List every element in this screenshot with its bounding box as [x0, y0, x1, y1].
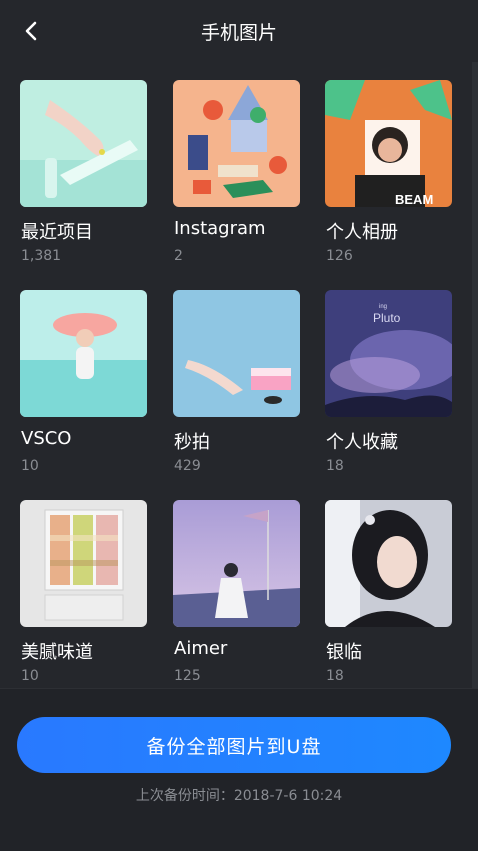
album-count: 2	[174, 248, 183, 264]
album-count: 10	[21, 458, 39, 474]
page-title: 手机图片	[200, 22, 277, 44]
album-thumbnail	[20, 80, 147, 207]
album-count: 10	[21, 668, 39, 684]
album-name: 个人收藏	[326, 432, 398, 453]
top-bar: 手机图片	[0, 0, 478, 62]
album-personal[interactable]: BEAM 个人相册 126	[325, 80, 455, 264]
album-count: 126	[326, 248, 353, 264]
backup-all-button[interactable]: 备份全部图片到U盘	[17, 717, 451, 773]
album-instagram[interactable]: Instagram 2	[173, 80, 303, 264]
album-name: Aimer	[174, 638, 228, 659]
album-vsco[interactable]: VSCO 10	[20, 290, 150, 474]
album-yinlin[interactable]: 银临 18	[325, 500, 455, 684]
album-recent[interactable]: 最近项目 1,381	[20, 80, 150, 264]
album-favorites[interactable]: ing Pluto 个人收藏 18	[325, 290, 455, 474]
album-thumbnail	[173, 290, 300, 417]
beam-text: BEAM	[395, 192, 433, 207]
bottom-panel: 备份全部图片到U盘 上次备份时间：2018-7-6 10:24	[0, 688, 478, 851]
album-count: 1,381	[21, 248, 62, 264]
album-count: 18	[326, 668, 344, 684]
album-name: 银临	[326, 642, 362, 663]
album-count: 18	[326, 458, 344, 474]
album-count: 125	[174, 668, 201, 684]
album-name: 秒拍	[174, 432, 210, 453]
album-name: 最近项目	[21, 222, 93, 243]
album-delicious[interactable]: 美腻味道 10	[20, 500, 150, 684]
album-thumbnail	[173, 500, 300, 627]
last-backup-time: 上次备份时间：2018-7-6 10:24	[135, 788, 343, 804]
album-name: 个人相册	[326, 222, 398, 243]
album-thumbnail	[325, 500, 452, 627]
album-thumbnail	[20, 290, 147, 417]
album-thumbnail	[173, 80, 300, 207]
album-name: VSCO	[21, 428, 72, 449]
album-name: 美腻味道	[21, 642, 93, 663]
album-name: Instagram	[174, 218, 266, 239]
album-thumbnail	[20, 500, 147, 627]
album-count: 429	[174, 458, 201, 474]
album-aimer[interactable]: Aimer 125	[173, 500, 303, 684]
album-miaopai[interactable]: 秒拍 429	[173, 290, 303, 474]
album-thumbnail: BEAM	[325, 80, 452, 207]
scrollbar-track[interactable]	[472, 62, 478, 688]
album-thumbnail: ing Pluto	[325, 290, 452, 417]
pluto-small-text: ing	[379, 304, 387, 310]
pluto-text: Pluto	[373, 311, 401, 325]
